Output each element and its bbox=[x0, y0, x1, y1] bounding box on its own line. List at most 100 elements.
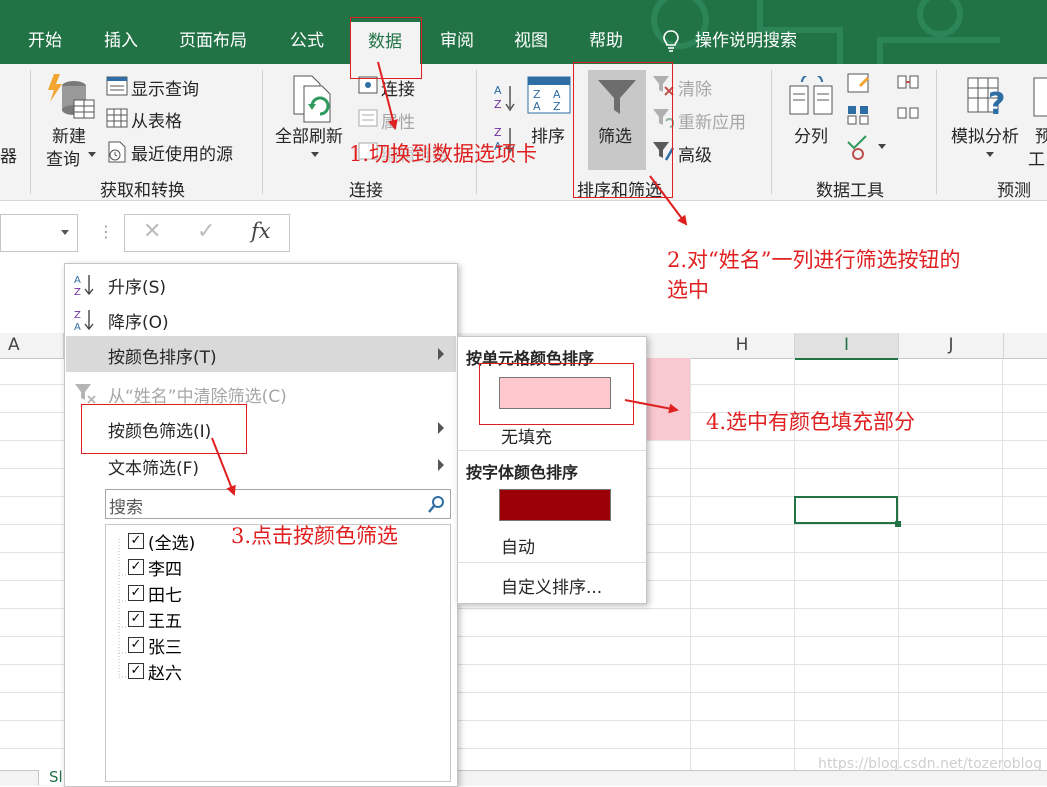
refresh-all-button[interactable]: 全部刷新 bbox=[275, 122, 343, 147]
svg-text:A: A bbox=[494, 84, 502, 97]
automatic-item[interactable]: 自动 bbox=[501, 533, 535, 558]
fill-handle[interactable] bbox=[895, 521, 901, 527]
divider bbox=[458, 562, 646, 563]
group-label-connections: 连接 bbox=[349, 181, 383, 201]
annotation-box-pink-swatch bbox=[479, 363, 634, 425]
column-header-i[interactable]: I bbox=[795, 333, 899, 360]
annotation-step-1: 1.切换到数据选项卡 bbox=[349, 142, 538, 166]
group-label-data-tools: 数据工具 bbox=[816, 181, 884, 201]
watermark: https://blog.csdn.net/tozeroblog bbox=[818, 756, 1043, 772]
svg-text:Z: Z bbox=[553, 100, 561, 113]
annotation-step-2-line-2: 选中 bbox=[667, 278, 709, 302]
new-query-label-1[interactable]: 新建 bbox=[52, 122, 86, 147]
list-item-label: 王五 bbox=[148, 612, 182, 632]
sort-by-color-label: 按颜色排序(T) bbox=[108, 348, 217, 368]
sheet-tab-label: Sl bbox=[49, 768, 63, 786]
sort-ascending-item[interactable]: AZ 升序(S) bbox=[66, 266, 456, 302]
tab-insert[interactable]: 插入 bbox=[104, 26, 138, 56]
lightbulb-icon bbox=[663, 30, 679, 52]
insert-function-icon[interactable]: fx bbox=[251, 219, 271, 243]
what-if-analysis-button[interactable]: 模拟分析 bbox=[951, 122, 1019, 147]
tell-me-search[interactable]: 操作说明搜索 bbox=[695, 26, 797, 56]
partial-button-label[interactable]: 器 bbox=[0, 142, 17, 167]
sort-dialog-icon: Z AA Z bbox=[527, 76, 571, 114]
reapply-button[interactable]: 重新应用 bbox=[678, 108, 746, 133]
gridline bbox=[690, 358, 691, 778]
search-icon[interactable] bbox=[428, 495, 446, 513]
annotation-step-3: 3.点击按颜色筛选 bbox=[231, 524, 399, 548]
tab-review[interactable]: 审阅 bbox=[440, 26, 474, 56]
custom-sort-item[interactable]: 自定义排序... bbox=[501, 573, 602, 598]
ribbon-data: 器 新建 查询 显示查询 从表格 最近使用的源 获取和转换 全部刷新 连接 属性… bbox=[0, 64, 1047, 201]
active-cell[interactable] bbox=[794, 496, 898, 524]
dropdown-arrow-icon bbox=[311, 152, 319, 157]
column-header-h[interactable]: H bbox=[690, 333, 795, 358]
refresh-all-icon bbox=[293, 75, 331, 123]
checkbox-checked-icon[interactable]: ✓ bbox=[128, 533, 144, 549]
group-separator bbox=[936, 70, 937, 194]
tab-view[interactable]: 视图 bbox=[514, 26, 548, 56]
enter-icon[interactable]: ✓ bbox=[197, 219, 215, 244]
search-placeholder: 搜索 bbox=[109, 498, 143, 518]
no-fill-item[interactable]: 无填充 bbox=[501, 423, 552, 448]
svg-text:A: A bbox=[74, 322, 81, 331]
tab-home[interactable]: 开始 bbox=[28, 26, 62, 56]
filter-values-list: ✓ (全选) ✓ 李四 ✓ 田七 ✓ 王五 ✓ 张三 ✓ 赵六 bbox=[105, 524, 451, 782]
annotation-box-filter bbox=[573, 62, 673, 198]
search-input[interactable]: 搜索 bbox=[105, 489, 451, 519]
annotation-step-2-line-1: 2.对“姓名”一列进行筛选按钮的 bbox=[667, 248, 961, 272]
name-box-dropdown-icon[interactable] bbox=[61, 230, 69, 235]
dropdown-arrow-icon bbox=[986, 152, 994, 157]
sort-descending-item[interactable]: ZA 降序(O) bbox=[66, 301, 456, 337]
text-to-columns-button[interactable]: 分列 bbox=[794, 122, 828, 147]
forecast-sheet-label-1[interactable]: 预 bbox=[1035, 122, 1047, 147]
recent-sources-icon bbox=[108, 141, 126, 163]
group-separator bbox=[30, 70, 31, 194]
list-item-label: 田七 bbox=[148, 586, 182, 606]
data-tools-small-icons-2 bbox=[897, 75, 919, 119]
svg-text:Z: Z bbox=[74, 310, 81, 321]
sort-ascending-label: 升序(S) bbox=[108, 278, 167, 298]
sort-ascending-icon: AZ bbox=[74, 275, 94, 296]
sort-ascending-icon: AZ bbox=[494, 84, 515, 112]
checkbox-checked-icon[interactable]: ✓ bbox=[128, 585, 144, 601]
font-color-swatch-red[interactable] bbox=[499, 489, 611, 521]
checkbox-checked-icon[interactable]: ✓ bbox=[128, 663, 144, 679]
advanced-button[interactable]: 高级 bbox=[678, 141, 712, 166]
text-filters-label: 文本筛选(F) bbox=[108, 459, 200, 479]
column-header-j[interactable]: J bbox=[899, 333, 1004, 358]
clear-button[interactable]: 清除 bbox=[678, 75, 712, 100]
recent-sources-button[interactable]: 最近使用的源 bbox=[131, 140, 233, 165]
submenu-arrow-icon bbox=[438, 422, 444, 434]
annotation-box-filter-by-color bbox=[81, 404, 247, 454]
column-header-a[interactable]: A bbox=[0, 333, 64, 358]
list-item-label: 赵六 bbox=[148, 664, 182, 684]
from-table-button[interactable]: 从表格 bbox=[131, 107, 182, 132]
tab-formulas[interactable]: 公式 bbox=[290, 26, 324, 56]
svg-text:A: A bbox=[74, 275, 81, 286]
new-query-icon bbox=[48, 74, 95, 119]
show-queries-button[interactable]: 显示查询 bbox=[131, 75, 199, 100]
tab-help[interactable]: 帮助 bbox=[589, 26, 623, 56]
new-query-label-2[interactable]: 查询 bbox=[46, 145, 80, 170]
checkbox-checked-icon[interactable]: ✓ bbox=[128, 637, 144, 653]
name-box[interactable] bbox=[0, 214, 78, 252]
tab-page-layout[interactable]: 页面布局 bbox=[179, 26, 247, 56]
ribbon-tab-bar: 开始 插入 页面布局 公式 数据 审阅 视图 帮助 操作说明搜索 bbox=[0, 0, 1047, 64]
list-item-label: 李四 bbox=[148, 560, 182, 580]
properties-button[interactable]: 属性 bbox=[381, 108, 415, 133]
formula-buttons: ✕ ✓ fx bbox=[124, 214, 290, 252]
annotation-step-4: 4.选中有颜色填充部分 bbox=[706, 410, 916, 434]
sheet-tab[interactable]: Sl bbox=[38, 768, 65, 786]
dropdown-arrow-icon bbox=[88, 152, 96, 157]
forecast-sheet-label-2[interactable]: 工 bbox=[1028, 145, 1045, 170]
svg-text:Z: Z bbox=[494, 98, 502, 111]
table-icon bbox=[106, 108, 128, 128]
checkbox-checked-icon[interactable]: ✓ bbox=[128, 611, 144, 627]
checkbox-checked-icon[interactable]: ✓ bbox=[128, 559, 144, 575]
sort-by-color-item[interactable]: 按颜色排序(T) bbox=[66, 336, 456, 372]
cancel-icon[interactable]: ✕ bbox=[143, 219, 161, 244]
svg-text:Z: Z bbox=[74, 287, 81, 296]
submenu-arrow-icon bbox=[438, 348, 444, 360]
data-tools-small-icons bbox=[847, 73, 870, 160]
